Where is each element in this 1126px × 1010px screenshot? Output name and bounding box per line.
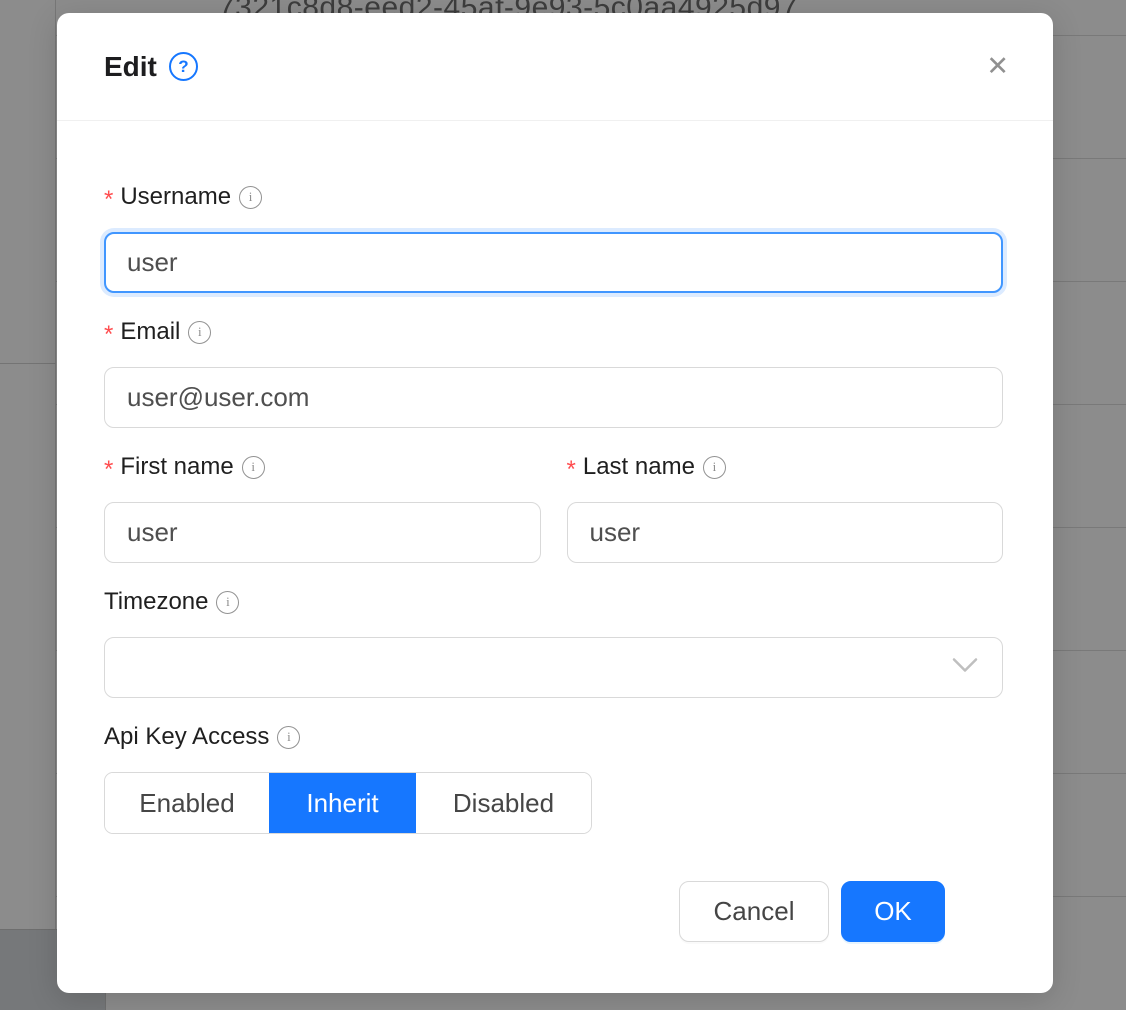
- info-icon[interactable]: i: [188, 321, 211, 344]
- ok-button[interactable]: OK: [841, 881, 945, 942]
- api-key-option-enabled[interactable]: Enabled: [105, 773, 269, 833]
- required-mark: *: [567, 458, 576, 482]
- email-label-row: * Email i: [104, 315, 1003, 349]
- last-name-column: * Last name i: [567, 450, 1004, 563]
- first-name-label: First name: [120, 453, 233, 481]
- dialog-title: Edit: [104, 51, 157, 83]
- timezone-label: Timezone: [104, 588, 208, 616]
- username-label: Username: [120, 183, 231, 211]
- edit-dialog: Edit ? ✕ * Username i * Email i: [57, 13, 1053, 993]
- chevron-down-icon: [952, 657, 978, 678]
- form-item-timezone: Timezone i: [104, 585, 1003, 698]
- dialog-footer: Cancel OK: [104, 856, 1003, 942]
- form-item-username: * Username i: [104, 180, 1003, 293]
- username-label-row: * Username i: [104, 180, 1003, 214]
- dialog-header: Edit ? ✕: [57, 13, 1053, 121]
- info-icon[interactable]: i: [239, 186, 262, 209]
- last-name-input[interactable]: [567, 502, 1004, 563]
- first-name-column: * First name i: [104, 450, 541, 563]
- email-input[interactable]: [104, 367, 1003, 428]
- close-icon[interactable]: ✕: [982, 49, 1013, 84]
- required-mark: *: [104, 458, 113, 482]
- info-icon[interactable]: i: [277, 726, 300, 749]
- help-icon[interactable]: ?: [169, 52, 198, 81]
- info-icon[interactable]: i: [216, 591, 239, 614]
- first-name-label-row: * First name i: [104, 450, 541, 484]
- info-icon[interactable]: i: [242, 456, 265, 479]
- api-key-access-label-row: Api Key Access i: [104, 720, 1003, 754]
- form-item-email: * Email i: [104, 315, 1003, 428]
- last-name-label: Last name: [583, 453, 695, 481]
- required-mark: *: [104, 188, 113, 212]
- first-name-input[interactable]: [104, 502, 541, 563]
- timezone-label-row: Timezone i: [104, 585, 1003, 619]
- api-key-option-disabled[interactable]: Disabled: [416, 773, 591, 833]
- email-label: Email: [120, 318, 180, 346]
- api-key-access-group: Enabled Inherit Disabled: [104, 772, 592, 834]
- api-key-option-inherit[interactable]: Inherit: [269, 773, 416, 833]
- api-key-access-label: Api Key Access: [104, 723, 269, 751]
- last-name-label-row: * Last name i: [567, 450, 1004, 484]
- timezone-select[interactable]: [104, 637, 1003, 698]
- info-icon[interactable]: i: [703, 456, 726, 479]
- cancel-button[interactable]: Cancel: [679, 881, 829, 942]
- dialog-body: * Username i * Email i *: [57, 121, 1053, 942]
- form-item-api-key-access: Api Key Access i Enabled Inherit Disable…: [104, 720, 1003, 834]
- required-mark: *: [104, 323, 113, 347]
- screen: 7321c8d8-eed2-45af-9e93-5c0aa4925d97 Edi…: [0, 0, 1126, 1010]
- username-input[interactable]: [104, 232, 1003, 293]
- form-item-names: * First name i * Last name i: [104, 450, 1003, 563]
